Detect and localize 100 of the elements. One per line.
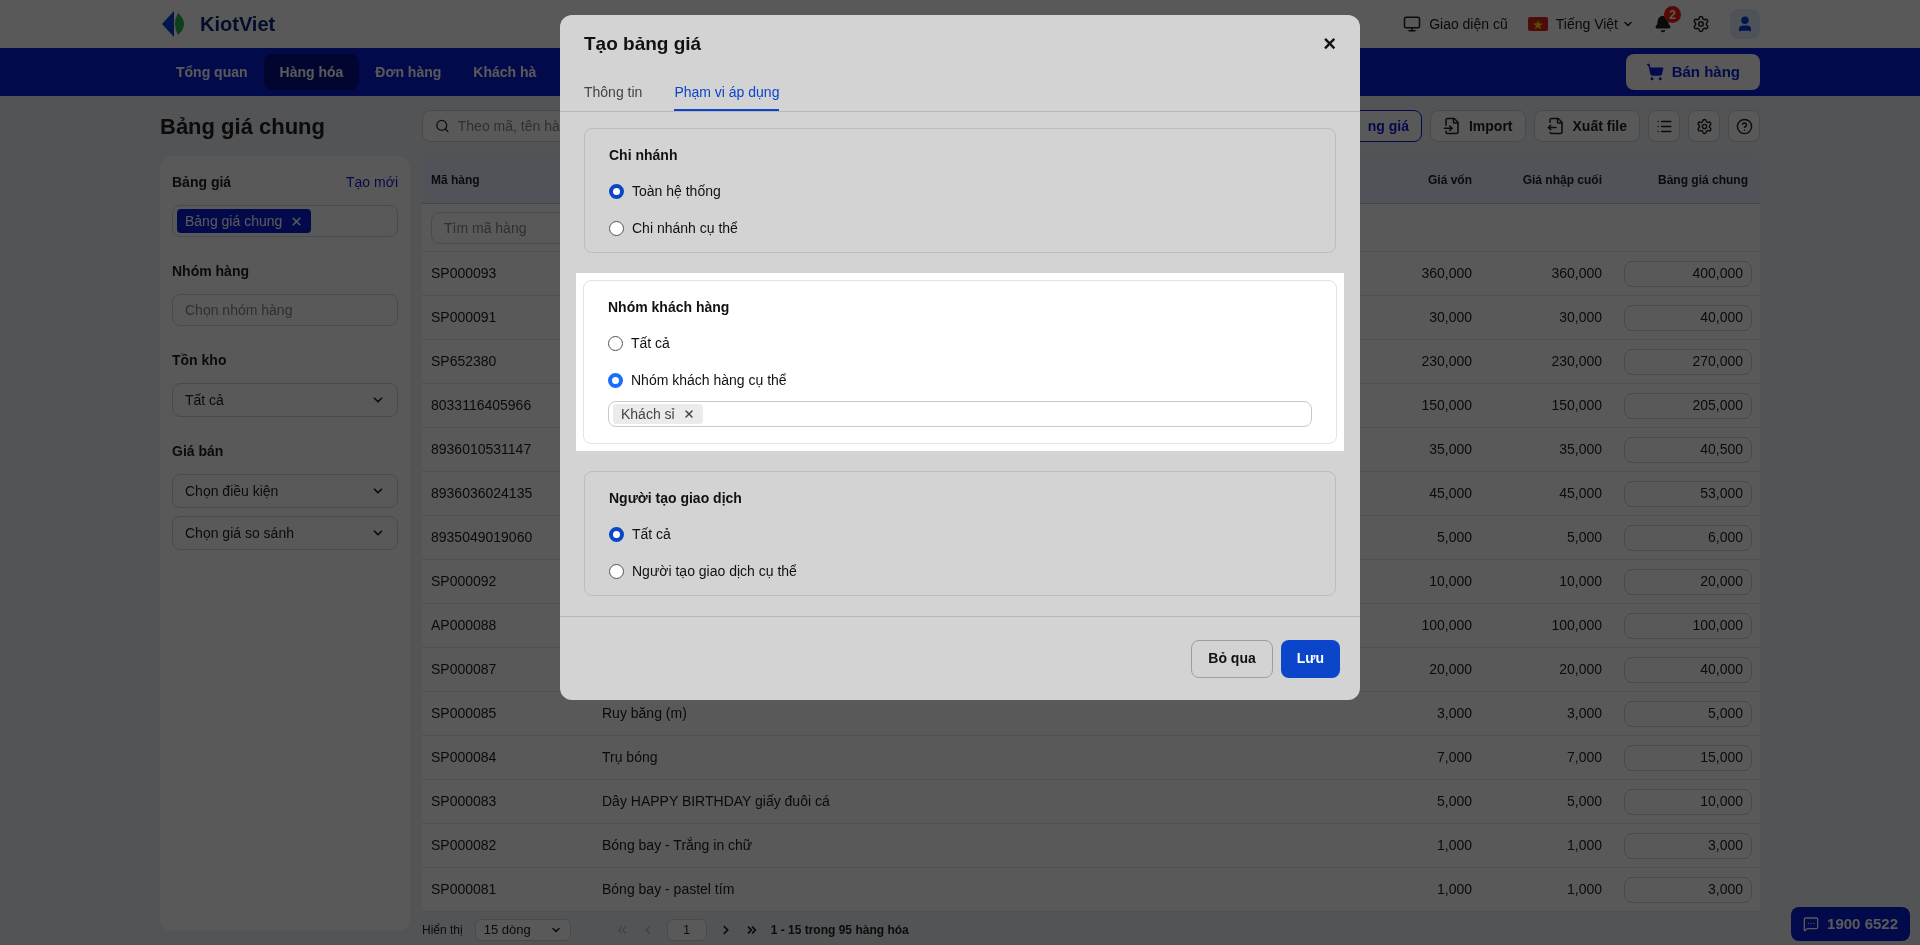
page-field[interactable]: 1: [666, 918, 707, 941]
page-size-select[interactable]: 15 dòng: [474, 918, 571, 941]
radio-button[interactable]: [608, 335, 623, 351]
import-button[interactable]: Import: [1429, 110, 1526, 142]
radio-button[interactable]: [608, 372, 623, 388]
price-field[interactable]: 400,000: [1624, 260, 1752, 287]
customer-group-tag: Khách sỉ: [613, 404, 703, 424]
radio-button[interactable]: [609, 526, 624, 542]
radio-button[interactable]: [609, 183, 624, 199]
cancel-button[interactable]: Bỏ qua: [1191, 639, 1273, 678]
nav-tab[interactable]: Tổng quan: [160, 54, 264, 90]
dialog-tab[interactable]: Thông tin: [584, 82, 643, 111]
settings-icon[interactable]: [1692, 15, 1710, 33]
column-header: Mã hàng: [430, 171, 481, 189]
filter-label: Giá bán: [172, 442, 225, 461]
price-select[interactable]: Chọn điều kiện: [172, 474, 398, 508]
close-button[interactable]: ×: [1323, 33, 1336, 55]
table-cell-text: 5,000: [1565, 792, 1603, 811]
price-field[interactable]: 10,000: [1624, 788, 1752, 815]
section-title: Nhóm khách hàng: [608, 298, 731, 317]
flag-icon: [1527, 17, 1548, 31]
table-cell-text: 150,000: [1420, 396, 1473, 415]
section-title: Người tạo giao dịch: [609, 489, 743, 508]
table-cell-text: 5,000: [1435, 528, 1473, 547]
table-cell-text: 5,000: [1565, 528, 1603, 547]
radio-button[interactable]: [609, 563, 624, 579]
table-cell-text: 30,000: [1428, 308, 1473, 327]
export-icon: [1546, 117, 1565, 135]
table-cell-text: SP000091: [430, 308, 498, 327]
price-field[interactable]: 20,000: [1624, 568, 1752, 595]
table-cell-text: AP000088: [430, 616, 498, 635]
nav-tab[interactable]: Đơn hàng: [359, 54, 458, 90]
table-cell-text: 150,000: [1550, 396, 1603, 415]
section-title: Chi nhánh: [609, 146, 679, 165]
help-button[interactable]: [1728, 110, 1760, 142]
table-cell: Trụ bóng: [602, 749, 658, 765]
table-cell-text: SP000087: [430, 660, 498, 679]
page-title: Bảng giá chung: [160, 112, 326, 141]
table-cell-text: 360,000: [1420, 264, 1473, 283]
old-ui-link[interactable]: Giao diện cũ: [1429, 13, 1508, 35]
hotline-button[interactable]: 1900 6522: [1791, 907, 1910, 941]
price-field[interactable]: 40,000: [1624, 656, 1752, 683]
table-cell: Dây HAPPY BIRTHDAY giấy đuôi cá: [602, 793, 830, 809]
price-field[interactable]: 270,000: [1624, 348, 1752, 375]
save-button[interactable]: Lưu: [1280, 639, 1340, 678]
price-field[interactable]: 53,000: [1624, 480, 1752, 507]
table-cell-text: 7,000: [1435, 748, 1473, 767]
nav-tab[interactable]: Hàng hóa: [263, 54, 360, 90]
table-cell-text: 3,000: [1565, 704, 1603, 723]
price-field[interactable]: 40,500: [1624, 436, 1752, 463]
table-cell-text: SP000082: [430, 836, 498, 855]
table-cell: Bóng bay - pastel tím: [602, 881, 735, 897]
option-label: Chi nhánh cụ thể: [632, 218, 738, 238]
radio-button[interactable]: [609, 220, 624, 236]
table-cell-text: 20,000: [1558, 660, 1603, 679]
user-avatar[interactable]: [1730, 9, 1760, 39]
table-cell-text: SP000093: [430, 264, 498, 283]
language-select[interactable]: Tiếng Việt: [1555, 13, 1618, 35]
price-select[interactable]: Chọn giá so sánh: [172, 516, 398, 550]
monitor-icon: [1403, 15, 1422, 33]
search-icon: [435, 118, 450, 134]
option-label: Toàn hệ thống: [632, 181, 721, 201]
table-cell-text: 20,000: [1428, 660, 1473, 679]
price-field[interactable]: 3,000: [1624, 832, 1752, 859]
table-cell: Ruy băng (m): [602, 705, 687, 721]
logo-text: KiotViet: [200, 12, 276, 37]
page-size-label: Hiển thị: [422, 921, 463, 939]
table-cell-text: 45,000: [1428, 484, 1473, 503]
price-field[interactable]: 15,000: [1624, 744, 1752, 771]
price-field[interactable]: 205,000: [1624, 392, 1752, 419]
table-cell: Bóng bay - Trắng in chữ: [602, 837, 753, 853]
columns-button[interactable]: [1648, 110, 1680, 142]
table-cell-text: SP000083: [430, 792, 498, 811]
export-button[interactable]: Xuất file: [1533, 110, 1640, 142]
table-cell-text: 1,000: [1565, 836, 1603, 855]
dialog-tab[interactable]: Phạm vi áp dụng: [674, 82, 780, 111]
stock-select[interactable]: Tất cả: [172, 383, 398, 417]
remove-icon[interactable]: [682, 408, 695, 420]
table-cell-text: 35,000: [1428, 440, 1473, 459]
chat-icon: [1803, 916, 1820, 932]
settings-icon: [1695, 117, 1713, 135]
help-icon: [1735, 117, 1753, 135]
nav-tab[interactable]: Khách hà: [457, 54, 553, 90]
price-field[interactable]: 6,000: [1624, 524, 1752, 551]
option-label: Tất cả: [632, 524, 671, 544]
option-label: Người tạo giao dịch cụ thể: [632, 561, 797, 581]
import-icon: [1442, 117, 1461, 135]
customer-group-field[interactable]: Khách sỉ: [608, 401, 1312, 427]
price-field[interactable]: 3,000: [1624, 876, 1752, 903]
create-link[interactable]: Tạo mới: [346, 172, 398, 193]
price-list-button[interactable]: ng giá: [1358, 110, 1422, 142]
table-cell-text: 8033116405966: [430, 396, 533, 415]
price-field[interactable]: 40,000: [1624, 304, 1752, 331]
table-cell-text: 230,000: [1420, 352, 1473, 371]
price-list-field[interactable]: Bảng giá chung: [172, 205, 398, 237]
settings-button[interactable]: [1688, 110, 1720, 142]
price-field[interactable]: 100,000: [1624, 612, 1752, 639]
sell-button[interactable]: Bán hàng: [1625, 54, 1760, 90]
price-field[interactable]: 5,000: [1624, 700, 1752, 727]
table-cell-text: SP000092: [430, 572, 498, 591]
